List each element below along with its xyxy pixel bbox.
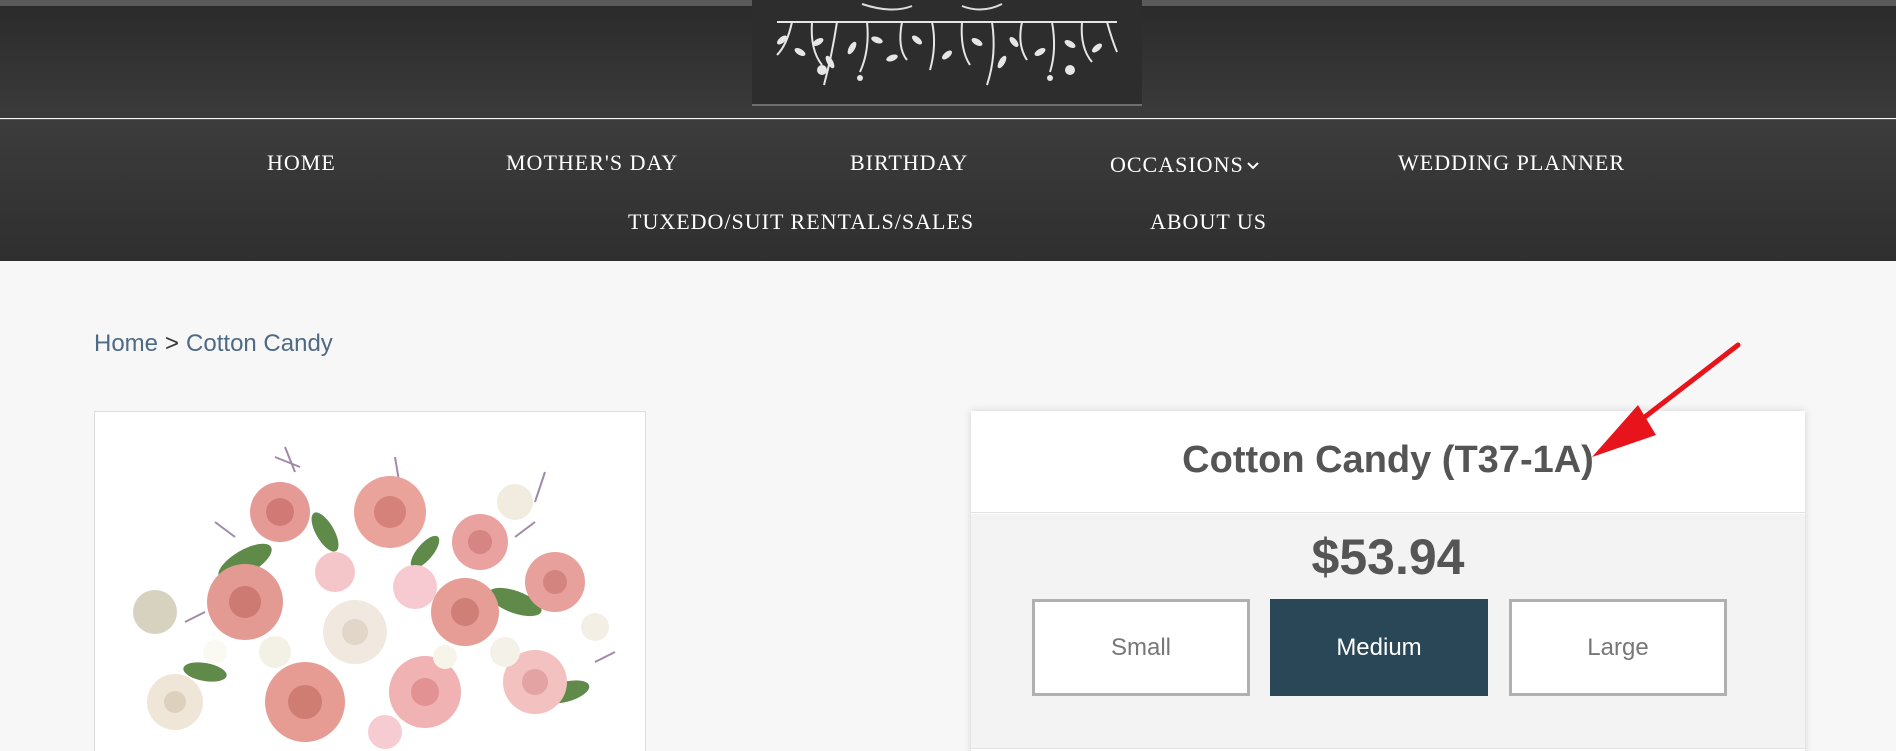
site-logo[interactable]: [752, 0, 1142, 106]
chevron-down-icon: [1246, 150, 1259, 176]
nav-mothers-day[interactable]: MOTHER'S DAY: [506, 150, 678, 176]
red-arrow-icon: [1592, 342, 1741, 457]
nav-birthday[interactable]: BIRTHDAY: [850, 150, 968, 176]
breadcrumb-current[interactable]: Cotton Candy: [186, 330, 333, 357]
breadcrumb: Home > Cotton Candy: [94, 330, 333, 358]
product-image[interactable]: [94, 411, 646, 751]
product-price: $53.94: [1311, 529, 1465, 585]
main-navigation: HOME MOTHER'S DAY BIRTHDAY OCCASIONS WED…: [0, 119, 1896, 261]
size-option-large[interactable]: Large: [1509, 599, 1727, 696]
nav-wedding-planner[interactable]: WEDDING PLANNER: [1398, 150, 1625, 176]
floral-logo-graphic: [776, 3, 1118, 86]
size-option-medium[interactable]: Medium: [1270, 599, 1488, 696]
nav-occasions[interactable]: OCCASIONS: [1110, 150, 1259, 178]
nav-about-us[interactable]: ABOUT US: [1150, 209, 1267, 235]
nav-occasions-label: OCCASIONS: [1110, 152, 1244, 177]
nav-tuxedo-suit-rentals[interactable]: TUXEDO/SUIT RENTALS/SALES: [628, 209, 974, 235]
breadcrumb-separator: >: [165, 330, 180, 357]
breadcrumb-home-link[interactable]: Home: [94, 330, 158, 357]
size-option-small[interactable]: Small: [1032, 599, 1250, 696]
bouquet-image: [133, 446, 616, 749]
price-area: $53.94 Small Medium Large: [971, 514, 1805, 749]
nav-home[interactable]: HOME: [267, 150, 336, 176]
